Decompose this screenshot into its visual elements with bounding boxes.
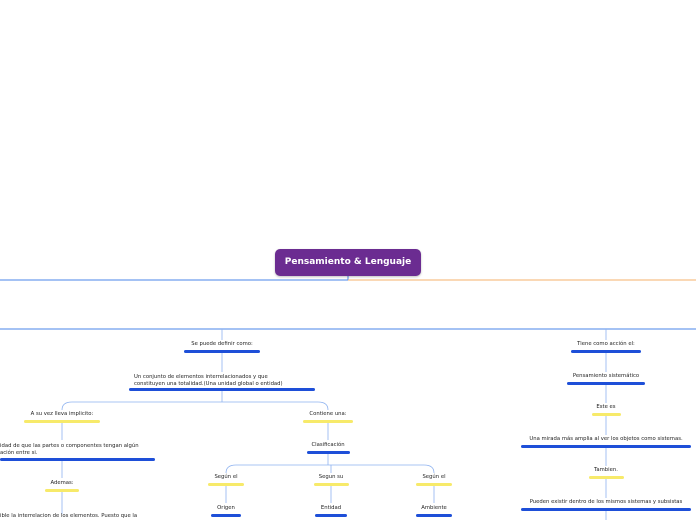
node-contiene-una[interactable]: Contiene una: — [309, 411, 346, 418]
node-mirada-amplia[interactable]: Una mirada más amplia al ver los objetos… — [529, 436, 682, 443]
node-segun-su[interactable]: Segun su — [319, 474, 344, 481]
node-underline — [24, 420, 100, 423]
node-clasificacion[interactable]: Clasificación — [311, 442, 344, 449]
node-underline — [129, 388, 315, 391]
node-implicito[interactable]: A su vez lleva implicito: — [31, 411, 94, 418]
node-pensamiento-sistematico[interactable]: Pensamiento sistemático — [573, 373, 639, 380]
node-ambiente[interactable]: Ambiente — [421, 505, 447, 512]
node-segun-el-1[interactable]: Según el — [214, 474, 237, 481]
node-underline — [567, 382, 645, 385]
node-tambien[interactable]: Tambien. — [594, 467, 618, 474]
node-underline — [315, 514, 347, 517]
node-partes-componentes[interactable]: idad de que las partes o componentes ten… — [0, 443, 139, 457]
node-underline — [0, 458, 155, 461]
node-segun-el-2[interactable]: Según el — [422, 474, 445, 481]
node-definicion[interactable]: Un conjunto de elementos interrelacionad… — [134, 374, 283, 388]
node-interrelacion[interactable]: ible la interrelacion de los elementos. … — [0, 513, 137, 520]
node-underline — [184, 350, 260, 353]
node-underline — [416, 483, 452, 486]
node-partes-line1: idad de que las partes o componentes ten… — [0, 443, 139, 449]
node-underline — [314, 483, 349, 486]
node-underline — [521, 508, 691, 511]
node-definicion-line1: Un conjunto de elementos interrelacionad… — [134, 374, 268, 380]
node-partes-line2: ación entre si. — [0, 450, 38, 456]
node-entidad[interactable]: Entidad — [321, 505, 341, 512]
node-este-es[interactable]: Este es — [596, 404, 615, 411]
node-subsistemas[interactable]: Pueden existir dentro de los mismos sist… — [530, 499, 683, 506]
node-underline — [211, 514, 241, 517]
node-definicion-line2: constituyen una totalidad.(Una unidad gl… — [134, 381, 283, 387]
root-topic[interactable]: Pensamiento & Lenguaje — [275, 249, 421, 276]
node-underline — [521, 445, 691, 448]
node-underline — [571, 350, 641, 353]
node-underline — [589, 476, 624, 479]
node-underline — [45, 489, 79, 492]
node-origen[interactable]: Origen — [217, 505, 235, 512]
node-underline — [592, 413, 621, 416]
node-tiene-como-accion[interactable]: Tiene como acción el: — [577, 341, 635, 348]
node-ademas[interactable]: Ademas: — [50, 480, 73, 487]
node-underline — [303, 420, 353, 423]
node-underline — [307, 451, 350, 454]
node-se-puede-definir[interactable]: Se puede definir como: — [191, 341, 253, 348]
node-underline — [208, 483, 244, 486]
node-underline — [416, 514, 452, 517]
